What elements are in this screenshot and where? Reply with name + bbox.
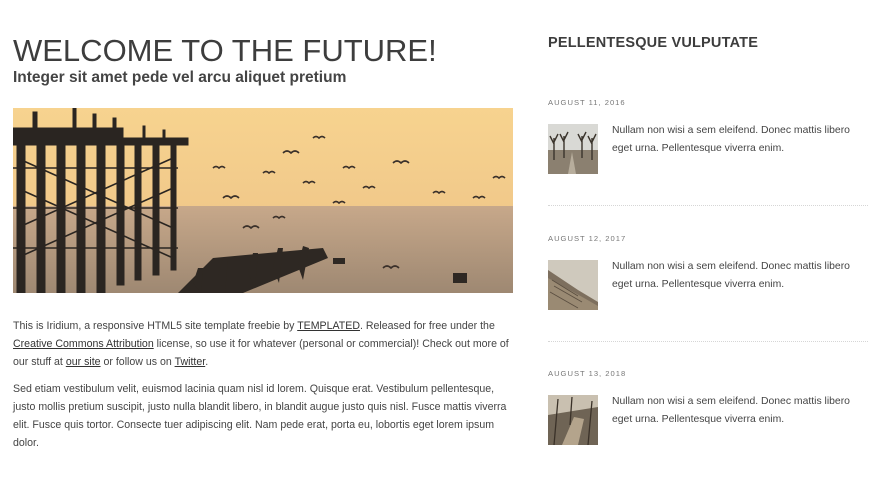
post-thumbnail[interactable] — [548, 124, 598, 174]
post-excerpt: Nullam non wisi a sem eleifend. Donec ma… — [612, 125, 850, 154]
hero-image — [13, 108, 513, 293]
templated-link[interactable]: TEMPLATED — [297, 320, 360, 332]
intro-paragraph: This is Iridium, a responsive HTML5 site… — [13, 317, 513, 371]
post-date: AUGUST 13, 2018 — [548, 369, 627, 378]
post-divider — [548, 341, 868, 342]
post-excerpt: Nullam non wisi a sem eleifend. Donec ma… — [612, 396, 850, 425]
intro-text: . Released for free under the — [359, 320, 495, 332]
twitter-link[interactable]: Twitter — [175, 356, 206, 368]
post-date: AUGUST 11, 2016 — [548, 98, 626, 107]
our-site-link[interactable]: our site — [66, 356, 101, 368]
intro-text: or follow us on — [100, 356, 175, 368]
body-paragraph: Sed etiam vestibulum velit, euismod laci… — [13, 383, 507, 449]
sidebar-title: PELLENTESQUE VULPUTATE — [548, 35, 759, 51]
post-divider — [548, 205, 868, 206]
page-title: WELCOME TO THE FUTURE! — [13, 33, 437, 68]
pier-seagulls-image — [13, 108, 513, 293]
post-thumbnail[interactable] — [548, 395, 598, 445]
intro-text: . — [205, 356, 209, 368]
intro-text: This is Iridium, a responsive HTML5 site… — [13, 320, 298, 332]
post-date: AUGUST 12, 2017 — [548, 234, 627, 243]
hillside-thumbnail-image — [548, 260, 598, 310]
creative-commons-link[interactable]: Creative Commons Attribution — [13, 338, 154, 350]
forest-thumbnail-image — [548, 395, 598, 445]
page-subtitle: Integer sit amet pede vel arcu aliquet p… — [13, 69, 347, 86]
trees-thumbnail-image — [548, 124, 598, 174]
post-excerpt: Nullam non wisi a sem eleifend. Donec ma… — [612, 261, 850, 290]
post-thumbnail[interactable] — [548, 260, 598, 310]
